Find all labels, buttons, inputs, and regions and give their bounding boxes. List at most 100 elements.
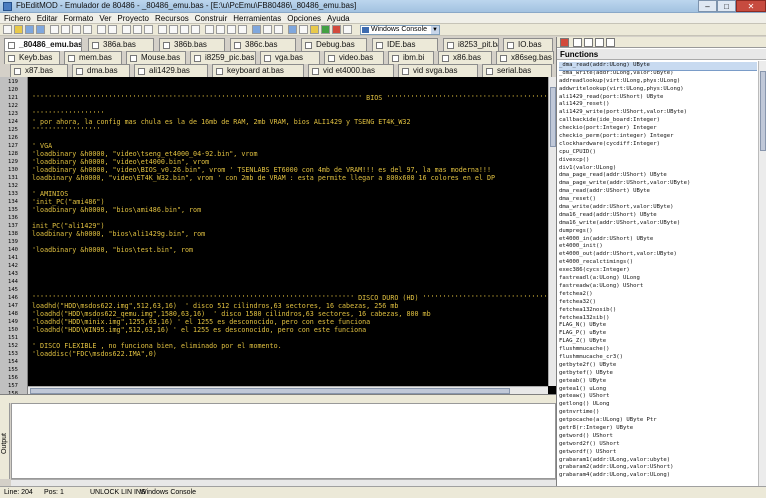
function-item[interactable]: fetchea2() <box>559 291 757 299</box>
menu-fichero[interactable]: Fichero <box>0 13 34 24</box>
functions-scrollbar[interactable] <box>758 61 766 486</box>
tab-x86seg[interactable]: x86seg.bas <box>496 51 554 64</box>
undo-icon[interactable] <box>97 25 106 34</box>
menu-ayuda[interactable]: Ayuda <box>324 13 353 24</box>
function-item[interactable]: FLAG_N() UByte <box>559 322 757 330</box>
menu-formato[interactable]: Formato <box>61 13 97 24</box>
replace-icon[interactable] <box>144 25 153 34</box>
function-item[interactable]: getlong() ULong <box>559 401 757 409</box>
list-view-icon[interactable] <box>606 38 615 47</box>
find-icon[interactable] <box>122 25 131 34</box>
find-next-icon[interactable] <box>133 25 142 34</box>
output-window-icon[interactable] <box>263 25 272 34</box>
indent-icon[interactable] <box>158 25 167 34</box>
build-target-select[interactable]: Windows Console ▼ <box>360 25 440 35</box>
editor-vertical-scrollbar[interactable] <box>548 77 556 386</box>
menu-recursos[interactable]: Recursos <box>152 13 192 24</box>
function-item[interactable]: FLAG_P() uByte <box>559 330 757 338</box>
tab-video[interactable]: video.bas <box>324 51 384 64</box>
editor-horizontal-scrollbar[interactable] <box>28 386 548 394</box>
function-item[interactable]: div1(valor:ULong) <box>559 165 757 173</box>
function-item[interactable]: grabaram4(addr:ULong,valor:ULong) <box>559 472 757 480</box>
function-item[interactable]: getword() UShort <box>559 433 757 441</box>
menu-herramientas[interactable]: Herramientas <box>230 13 284 24</box>
project-view-icon[interactable] <box>584 38 593 47</box>
cut-icon[interactable] <box>50 25 59 34</box>
functions-list[interactable]: _dma_read(addr:ULong) UByte _dma_write(ad… <box>559 62 757 486</box>
bookmark-icon[interactable] <box>205 25 214 34</box>
function-item[interactable]: _dma_write(addr:ULong,valor:UByte) <box>559 70 757 78</box>
tab-i8259-pic[interactable]: i8259_pic.bas <box>190 51 256 64</box>
tab-ibm-bi[interactable]: ibm.bi <box>388 51 434 64</box>
function-item[interactable]: getwordf() UShort <box>559 449 757 457</box>
function-item[interactable]: getword2f() UShort <box>559 441 757 449</box>
file-view-icon[interactable] <box>573 38 582 47</box>
function-item[interactable]: ali1429_read(port:UShort) UByte <box>559 94 757 102</box>
close-panel-icon[interactable] <box>560 38 569 47</box>
function-item[interactable]: getpocache(a:ULong) UByte Ptr <box>559 417 757 425</box>
function-item[interactable]: callbackide(ide_board:Integer) <box>559 117 757 125</box>
function-item[interactable]: fetchea32() <box>559 299 757 307</box>
prev-bookmark-icon[interactable] <box>227 25 236 34</box>
function-item[interactable]: getr8(r:Integer) UByte <box>559 425 757 433</box>
menu-opciones[interactable]: Opciones <box>284 13 324 24</box>
tab-386b[interactable]: 386b.bas <box>159 38 225 51</box>
menu-editar[interactable]: Editar <box>34 13 61 24</box>
outdent-icon[interactable] <box>169 25 178 34</box>
tab-keyboard-at[interactable]: keyboard at.bas <box>212 64 304 77</box>
open-folder-icon[interactable] <box>14 25 23 34</box>
function-item[interactable]: et4000_init() <box>559 243 757 251</box>
function-item[interactable]: _dma_read(addr:ULong) UByte <box>559 62 757 71</box>
tab-dma[interactable]: dma.bas <box>72 64 130 77</box>
clear-bookmarks-icon[interactable] <box>238 25 247 34</box>
function-item[interactable]: getbytef() UByte <box>559 370 757 378</box>
function-item[interactable]: cpu_CPUID() <box>559 149 757 157</box>
tab-386a[interactable]: 386a.bas <box>88 38 154 51</box>
function-item[interactable]: grabaram1(addr:ULong,valor:ubyte) <box>559 457 757 465</box>
debug-icon[interactable] <box>343 25 352 34</box>
tab-serial[interactable]: serial.bas <box>482 64 552 77</box>
properties-view-icon[interactable] <box>595 38 604 47</box>
properties-icon[interactable] <box>274 25 283 34</box>
compile-icon[interactable] <box>288 25 297 34</box>
tab-mouse[interactable]: Mouse.bas <box>126 51 186 64</box>
output-side-tab[interactable]: Output <box>0 403 10 479</box>
minimize-button[interactable]: – <box>698 0 717 12</box>
tab-vid-et4000[interactable]: vid et4000.bas <box>308 64 394 77</box>
function-item[interactable]: divexcp() <box>559 157 757 165</box>
tab-x86[interactable]: x86.bas <box>438 51 492 64</box>
function-item[interactable]: addreadlookup(virt:ULong,phys:ULong) <box>559 78 757 86</box>
function-item[interactable]: et4000_in(addr:UShort) UByte <box>559 236 757 244</box>
function-item[interactable]: getbyte2f() UByte <box>559 362 757 370</box>
function-item[interactable]: exec386(cycs:Integer) <box>559 267 757 275</box>
function-item[interactable]: geteaw() UShort <box>559 393 757 401</box>
function-item[interactable]: FLAG_Z() UByte <box>559 338 757 346</box>
function-item[interactable]: dma_page_write(addr:UShort,valor:UByte) <box>559 180 757 188</box>
function-item[interactable]: getnvrtime() <box>559 409 757 417</box>
menu-ver[interactable]: Ver <box>96 13 114 24</box>
function-item[interactable]: ali1429_reset() <box>559 101 757 109</box>
build-icon[interactable] <box>299 25 308 34</box>
redo-icon[interactable] <box>108 25 117 34</box>
function-item[interactable]: checkio_perm(port:integer) Integer <box>559 133 757 141</box>
tab-io[interactable]: IO.bas <box>503 38 553 51</box>
function-item[interactable]: getea1() uLong <box>559 386 757 394</box>
rebuild-icon[interactable] <box>310 25 319 34</box>
function-item[interactable]: dma_write(addr:UShort,valor:UByte) <box>559 204 757 212</box>
functions-tab-header[interactable]: Functions <box>557 49 766 60</box>
function-item[interactable]: flushmmucache_cr3() <box>559 354 757 362</box>
function-item[interactable]: ali1429_write(port:UShort,valor:UByte) <box>559 109 757 117</box>
tab-debug[interactable]: Debug.bas <box>301 38 367 51</box>
close-button[interactable]: ✕ <box>736 0 766 12</box>
output-horizontal-scrollbar[interactable] <box>11 479 556 486</box>
code-editor[interactable]: 119 120 121 122 123 124 125 126 127 128 129 130 131 1… <box>0 77 556 394</box>
uncomment-icon[interactable] <box>191 25 200 34</box>
maximize-button[interactable]: □ <box>717 0 736 12</box>
copy-icon[interactable] <box>61 25 70 34</box>
tab-vga[interactable]: vga.bas <box>260 51 320 64</box>
project-icon[interactable] <box>252 25 261 34</box>
function-item[interactable]: flushmmucache() <box>559 346 757 354</box>
tab-ali1429[interactable]: ali1429.bas <box>134 64 208 77</box>
function-item[interactable]: fastreadw(a:ULong) UShort <box>559 283 757 291</box>
paste-icon[interactable] <box>72 25 81 34</box>
